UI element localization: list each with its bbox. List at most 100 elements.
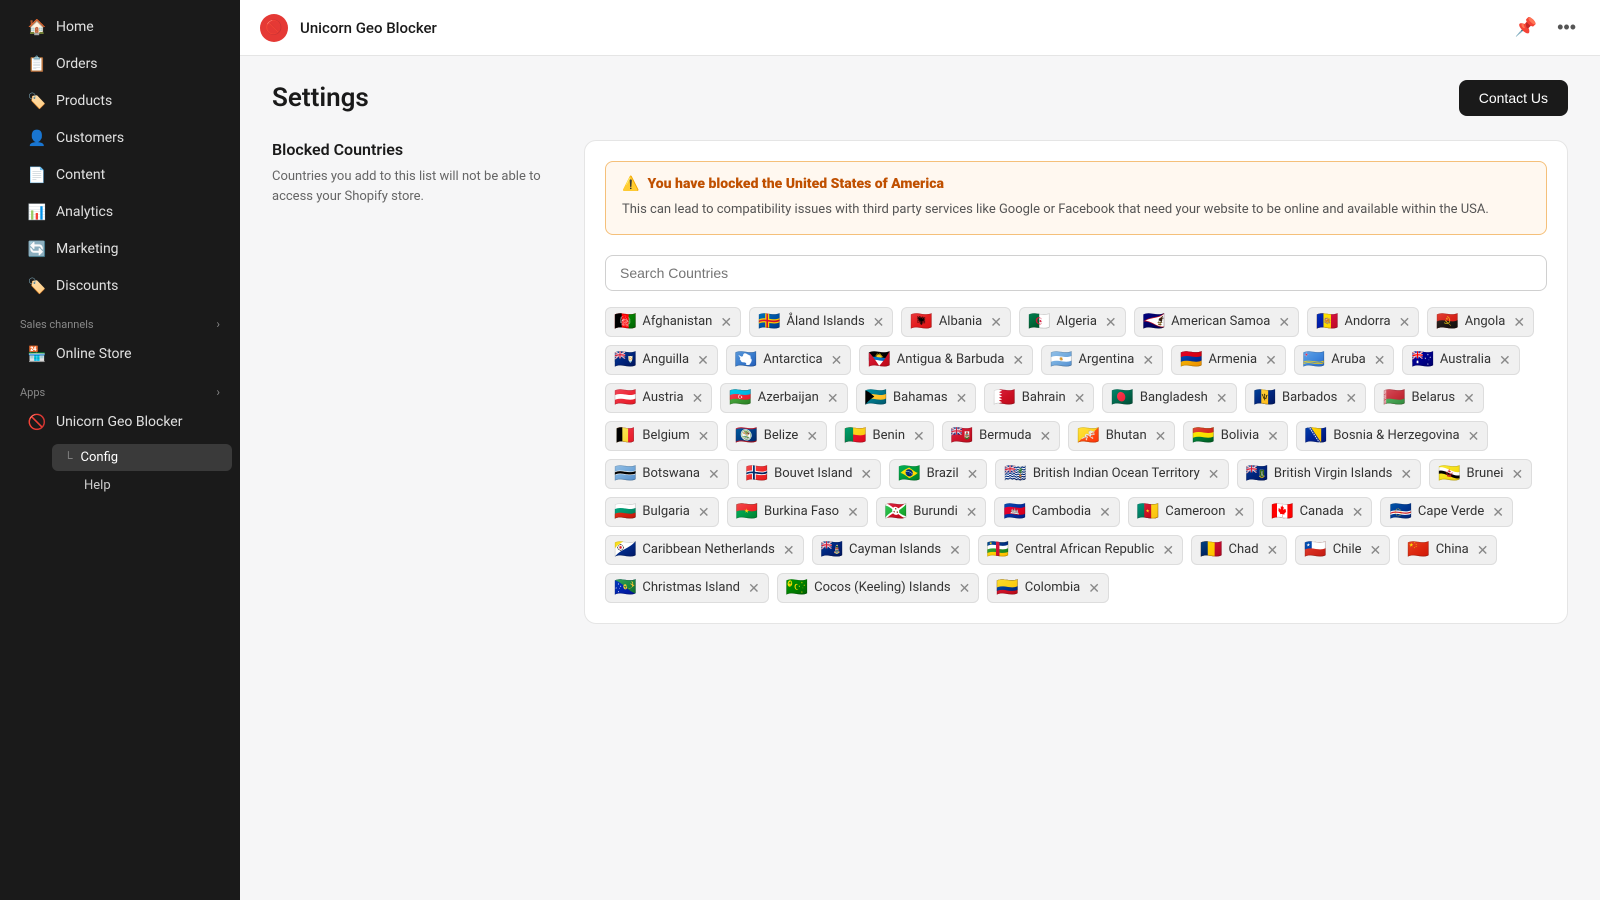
remove-country-button[interactable]: ✕: [957, 581, 971, 595]
remove-country-button[interactable]: ✕: [1097, 505, 1111, 519]
list-item: 🇰🇭Cambodia✕: [994, 497, 1119, 527]
search-input[interactable]: [605, 255, 1547, 291]
remove-country-button[interactable]: ✕: [1490, 505, 1504, 519]
remove-country-button[interactable]: ✕: [1368, 543, 1382, 557]
remove-country-button[interactable]: ✕: [1206, 467, 1220, 481]
remove-country-button[interactable]: ✕: [988, 315, 1002, 329]
country-name: Armenia: [1209, 352, 1258, 367]
remove-country-button[interactable]: ✕: [706, 467, 720, 481]
remove-country-button[interactable]: ✕: [1475, 543, 1489, 557]
remove-country-button[interactable]: ✕: [1466, 429, 1480, 443]
remove-country-button[interactable]: ✕: [871, 315, 885, 329]
country-flag: 🇨🇦: [1271, 503, 1293, 521]
sales-channels-label: Sales channels: [20, 318, 94, 331]
country-flag: 🇧🇹: [1077, 427, 1099, 445]
remove-country-button[interactable]: ✕: [965, 467, 979, 481]
remove-country-button[interactable]: ✕: [1509, 467, 1523, 481]
list-item: 🇦🇫Afghanistan✕: [605, 307, 741, 337]
country-flag: 🇦🇮: [614, 351, 636, 369]
country-flag: 🇧🇪: [614, 427, 636, 445]
remove-country-button[interactable]: ✕: [1086, 581, 1100, 595]
remove-country-button[interactable]: ✕: [1497, 353, 1511, 367]
remove-country-button[interactable]: ✕: [954, 391, 968, 405]
remove-country-button[interactable]: ✕: [1231, 505, 1245, 519]
list-item: 🇧🇿Belize✕: [726, 421, 827, 451]
remove-country-button[interactable]: ✕: [1343, 391, 1357, 405]
remove-country-button[interactable]: ✕: [1072, 391, 1086, 405]
sidebar-item-discounts[interactable]: 🏷️Discounts: [8, 268, 232, 304]
remove-country-button[interactable]: ✕: [1372, 353, 1386, 367]
remove-country-button[interactable]: ✕: [1398, 467, 1412, 481]
warning-text: This can lead to compatibility issues wi…: [622, 200, 1530, 220]
remove-country-button[interactable]: ✕: [911, 429, 925, 443]
apps-chevron[interactable]: ›: [216, 385, 220, 399]
country-name: Australia: [1440, 352, 1491, 367]
remove-country-button[interactable]: ✕: [829, 353, 843, 367]
remove-country-button[interactable]: ✕: [845, 505, 859, 519]
country-tags: 🇦🇫Afghanistan✕🇦🇽Åland Islands✕🇦🇱Albania✕…: [605, 307, 1547, 603]
country-flag: 🇦🇶: [735, 351, 757, 369]
sidebar-item-products[interactable]: 🏷️Products: [8, 83, 232, 119]
remove-country-button[interactable]: ✕: [1397, 315, 1411, 329]
remove-country-button[interactable]: ✕: [1265, 543, 1279, 557]
remove-country-button[interactable]: ✕: [1214, 391, 1228, 405]
page-title: Settings: [272, 83, 369, 113]
country-flag: 🇧🇧: [1254, 389, 1276, 407]
remove-country-button[interactable]: ✕: [1511, 315, 1525, 329]
list-item: 🇦🇸American Samoa✕: [1134, 307, 1299, 337]
remove-country-button[interactable]: ✕: [1263, 353, 1277, 367]
sidebar-item-customers[interactable]: 👤Customers: [8, 120, 232, 156]
sales-channels-chevron[interactable]: ›: [216, 317, 220, 331]
country-flag: 🇧🇼: [614, 465, 636, 483]
remove-country-button[interactable]: ✕: [695, 353, 709, 367]
remove-country-button[interactable]: ✕: [1276, 315, 1290, 329]
sidebar-item-unicorn-geo-blocker[interactable]: 🚫Unicorn Geo Blocker: [8, 404, 232, 440]
remove-country-button[interactable]: ✕: [947, 543, 961, 557]
country-name: Brazil: [927, 466, 959, 481]
remove-country-button[interactable]: ✕: [1010, 353, 1024, 367]
remove-country-button[interactable]: ✕: [1160, 543, 1174, 557]
remove-country-button[interactable]: ✕: [1350, 505, 1364, 519]
pin-button[interactable]: 📌: [1511, 13, 1541, 42]
sidebar-item-content[interactable]: 📄Content: [8, 157, 232, 193]
country-name: Burundi: [913, 504, 958, 519]
sidebar-item-orders[interactable]: 📋Orders: [8, 46, 232, 82]
list-item: 🇧🇸Bahamas✕: [856, 383, 977, 413]
sidebar-item-online-store[interactable]: 🏪Online Store: [8, 336, 232, 372]
country-flag: 🇧🇿: [735, 427, 757, 445]
sidebar-sub-item-config[interactable]: └Config: [52, 444, 232, 471]
country-flag: 🇰🇾: [821, 541, 843, 559]
sidebar-sub-item-help[interactable]: Help: [52, 472, 232, 499]
country-name: Belarus: [1412, 390, 1456, 405]
remove-country-button[interactable]: ✕: [858, 467, 872, 481]
country-flag: 🇦🇩: [1316, 313, 1338, 331]
remove-country-button[interactable]: ✕: [1153, 429, 1167, 443]
content-icon: 📄: [28, 166, 46, 184]
remove-country-button[interactable]: ✕: [781, 543, 795, 557]
remove-country-button[interactable]: ✕: [825, 391, 839, 405]
sidebar-item-marketing[interactable]: 🔄Marketing: [8, 231, 232, 267]
marketing-icon: 🔄: [28, 240, 46, 258]
warning-title: ⚠️ You have blocked the United States of…: [622, 176, 1530, 192]
remove-country-button[interactable]: ✕: [1038, 429, 1052, 443]
remove-country-button[interactable]: ✕: [1265, 429, 1279, 443]
remove-country-button[interactable]: ✕: [1103, 315, 1117, 329]
more-button[interactable]: •••: [1553, 13, 1580, 42]
remove-country-button[interactable]: ✕: [1461, 391, 1475, 405]
warning-banner: ⚠️ You have blocked the United States of…: [605, 161, 1547, 235]
list-item: 🇦🇺Australia✕: [1402, 345, 1519, 375]
list-item: 🇧🇹Bhutan✕: [1068, 421, 1175, 451]
remove-country-button[interactable]: ✕: [690, 391, 704, 405]
contact-us-button[interactable]: Contact Us: [1459, 80, 1568, 116]
remove-country-button[interactable]: ✕: [1140, 353, 1154, 367]
remove-country-button[interactable]: ✕: [718, 315, 732, 329]
remove-country-button[interactable]: ✕: [696, 505, 710, 519]
remove-country-button[interactable]: ✕: [964, 505, 978, 519]
country-name: Afghanistan: [642, 314, 712, 329]
remove-country-button[interactable]: ✕: [804, 429, 818, 443]
sidebar-item-home[interactable]: 🏠Home: [8, 9, 232, 45]
remove-country-button[interactable]: ✕: [696, 429, 710, 443]
remove-country-button[interactable]: ✕: [746, 581, 760, 595]
sidebar-item-analytics[interactable]: 📊Analytics: [8, 194, 232, 230]
country-name: Caribbean Netherlands: [642, 542, 774, 557]
